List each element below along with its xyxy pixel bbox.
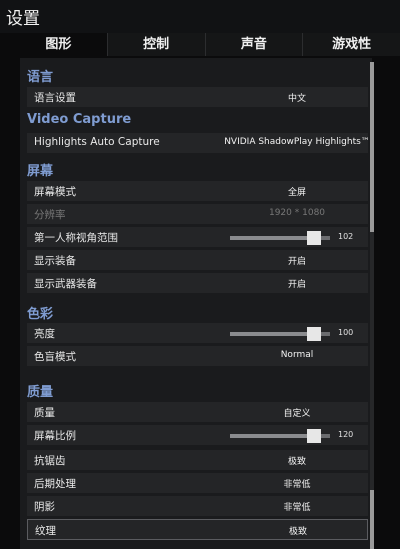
section-video-capture: Video Capture xyxy=(27,112,132,127)
highlights-label: Highlights Auto Capture xyxy=(34,136,160,148)
section-screen: 屏幕 xyxy=(27,164,54,179)
screen-scale-label: 屏幕比例 xyxy=(34,430,76,442)
row-shadows[interactable]: 阴影 非常低 xyxy=(27,496,368,517)
show-weapon-value[interactable]: 开启 xyxy=(217,277,377,290)
show-gear-value[interactable]: 开启 xyxy=(217,254,377,267)
row-screen-mode[interactable]: 屏幕模式 全屏 xyxy=(27,181,368,202)
post-processing-label: 后期处理 xyxy=(34,478,76,490)
fov-slider[interactable] xyxy=(230,231,330,245)
brightness-slider-fill xyxy=(230,332,314,336)
row-highlights-auto-capture[interactable]: Highlights Auto Capture NVIDIA ShadowPla… xyxy=(27,133,370,154)
row-language-setting[interactable]: 语言设置 中文 xyxy=(27,87,368,108)
tab-bar: 图形 控制 声音 游戏性 xyxy=(10,33,400,56)
antialiasing-label: 抗锯齿 xyxy=(34,455,66,467)
tab-graphics[interactable]: 图形 xyxy=(10,33,107,56)
title-bar: 设置 xyxy=(0,0,400,33)
language-setting-label: 语言设置 xyxy=(34,92,76,104)
fov-value: 102 xyxy=(338,232,354,241)
row-antialiasing[interactable]: 抗锯齿 极致 xyxy=(27,450,368,471)
window-title: 设置 xyxy=(6,9,40,29)
antialiasing-value[interactable]: 极致 xyxy=(217,454,377,467)
row-show-gear[interactable]: 显示装备 开启 xyxy=(27,250,368,271)
row-resolution: 分辨率 1920 * 1080 xyxy=(27,204,368,225)
row-show-weapon[interactable]: 显示武器装备 开启 xyxy=(27,273,368,294)
section-language: 语言 xyxy=(27,70,54,85)
section-quality: 质量 xyxy=(27,385,54,400)
screen-mode-label: 屏幕模式 xyxy=(34,186,76,198)
shadows-label: 阴影 xyxy=(34,501,55,513)
row-colorblind-mode[interactable]: 色盲模式 Normal xyxy=(27,346,368,367)
section-color: 色彩 xyxy=(27,307,54,322)
language-setting-value[interactable]: 中文 xyxy=(217,91,377,104)
row-screen-scale[interactable]: 屏幕比例 120 xyxy=(27,425,368,446)
textures-value[interactable]: 极致 xyxy=(218,524,378,537)
scrollbar-thumb[interactable] xyxy=(370,62,374,232)
brightness-value: 100 xyxy=(338,328,354,337)
row-textures[interactable]: 纹理 极致 xyxy=(27,519,368,540)
quality-label: 质量 xyxy=(34,407,55,419)
tab-sound[interactable]: 声音 xyxy=(204,33,303,56)
row-post-processing[interactable]: 后期处理 非常低 xyxy=(27,473,368,494)
resolution-label: 分辨率 xyxy=(34,209,66,221)
show-gear-label: 显示装备 xyxy=(34,255,76,267)
show-weapon-label: 显示武器装备 xyxy=(34,278,97,290)
screen-scale-slider-handle[interactable] xyxy=(307,429,321,443)
quality-value[interactable]: 自定义 xyxy=(217,406,377,419)
tab-controls[interactable]: 控制 xyxy=(106,33,205,56)
tab-gameplay[interactable]: 游戏性 xyxy=(302,33,400,56)
scrollbar-thumb-lower[interactable] xyxy=(370,490,374,549)
screen-mode-value[interactable]: 全屏 xyxy=(217,185,377,198)
brightness-slider[interactable] xyxy=(230,327,330,341)
scrollbar[interactable] xyxy=(370,62,374,549)
fov-slider-handle[interactable] xyxy=(307,231,321,245)
row-fov[interactable]: 第一人称视角范围 102 xyxy=(27,227,368,248)
textures-label: 纹理 xyxy=(35,525,56,537)
post-processing-value[interactable]: 非常低 xyxy=(217,477,377,490)
screen-scale-value: 120 xyxy=(338,430,354,439)
brightness-slider-handle[interactable] xyxy=(307,327,321,341)
resolution-value: 1920 * 1080 xyxy=(268,208,326,218)
row-quality[interactable]: 质量 自定义 xyxy=(27,402,368,423)
screen-scale-slider[interactable] xyxy=(230,429,330,443)
brightness-label: 亮度 xyxy=(34,328,55,340)
fov-label: 第一人称视角范围 xyxy=(34,232,118,244)
colorblind-value[interactable]: Normal xyxy=(217,350,377,360)
row-brightness[interactable]: 亮度 100 xyxy=(27,323,368,344)
shadows-value[interactable]: 非常低 xyxy=(217,500,377,513)
fov-slider-fill xyxy=(230,236,314,240)
highlights-value[interactable]: NVIDIA ShadowPlay Highlights™ xyxy=(217,137,377,147)
screen-scale-slider-fill xyxy=(230,434,314,438)
colorblind-label: 色盲模式 xyxy=(34,351,76,363)
